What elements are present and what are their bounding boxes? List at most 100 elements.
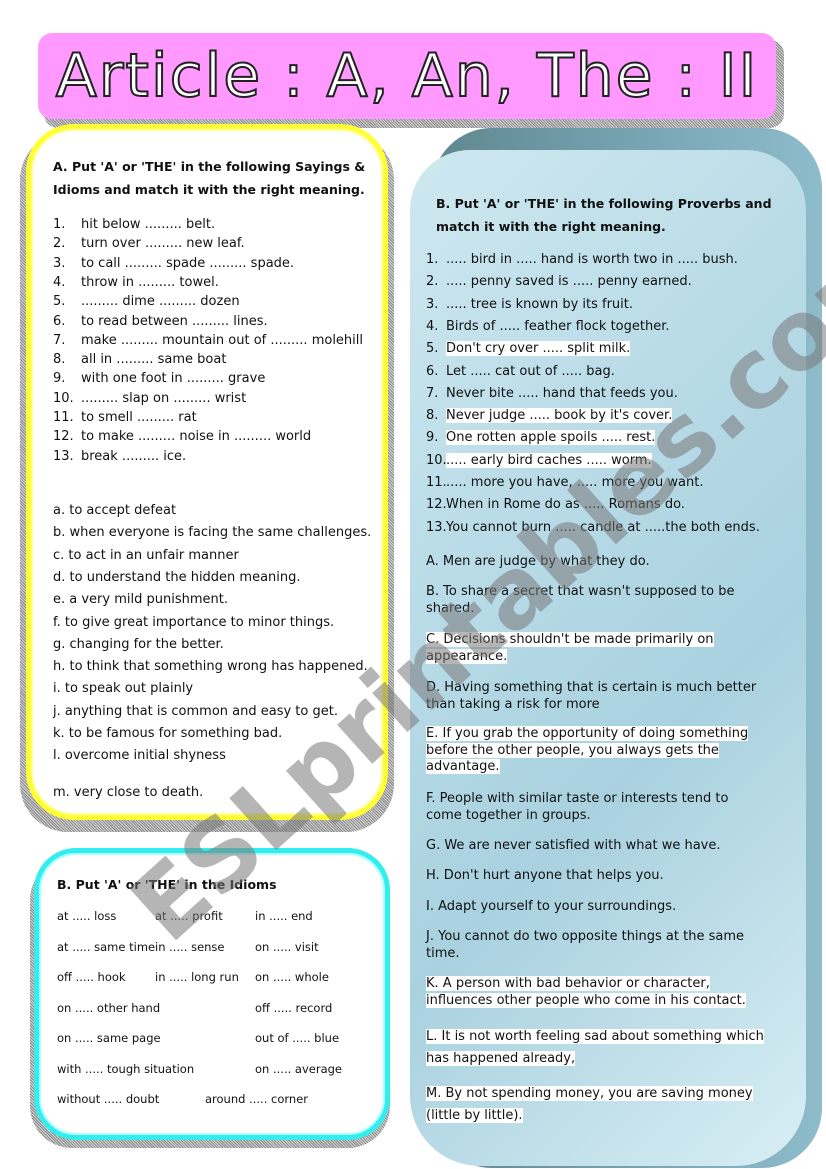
- sayings-heading-line1: A. Put 'A' or 'THE' in the following Say…: [53, 159, 366, 174]
- saying-item: 7. make ......... mountain out of .......…: [53, 333, 363, 348]
- page-title: Article : A, An, The : II: [55, 40, 759, 112]
- saying-meaning: e. a very mild punishment.: [53, 592, 228, 608]
- saying-item: 9. with one foot in ......... grave: [53, 371, 265, 386]
- proverb-number: 12.: [426, 497, 447, 513]
- saying-meaning: g. changing for the better.: [53, 636, 224, 652]
- idiom-item: in ..... sense: [155, 939, 225, 954]
- proverb-meaning-text: E. If you grab the opportunity of doing …: [426, 726, 749, 774]
- saying-number: 11.: [53, 410, 74, 425]
- idiom-item: in ..... end: [255, 909, 313, 923]
- proverb-meaning-text: K. A person with bad behavior or charact…: [426, 976, 746, 1008]
- proverb-text: ..... early bird caches ..... worm.: [446, 452, 652, 468]
- proverb-item: 4. Birds of ..... feather flock together.: [426, 319, 669, 334]
- proverb-meaning: L. It is not worth feeling sad about som…: [426, 1026, 766, 1070]
- proverb-number: 4.: [426, 318, 439, 334]
- title-banner: Article : A, An, The : II: [38, 33, 776, 119]
- saying-number: 6.: [53, 313, 66, 329]
- saying-item: 13. break ......... ice.: [53, 449, 186, 464]
- sayings-heading-line2: Idioms and match it with the right meani…: [53, 182, 365, 197]
- saying-item: 2. turn over ......... new leaf.: [53, 236, 245, 251]
- saying-item: 8. all in ......... same boat: [53, 352, 226, 367]
- proverb-item: 13.You cannot burn ..... candle at .....…: [426, 520, 760, 535]
- proverb-text: When in Rome do as ..... Romans do.: [446, 497, 685, 513]
- saying-number: 8.: [53, 352, 66, 368]
- proverb-meaning: A. Men are judge by what they do.: [426, 554, 650, 569]
- idiom-item: on ..... same page: [57, 1031, 161, 1045]
- proverb-text: Never bite ..... hand that feeds you.: [446, 385, 678, 401]
- proverb-number: 13.: [426, 519, 447, 535]
- proverb-number: 7.: [426, 385, 439, 401]
- proverb-item: 9. One rotten apple spoils ..... rest.: [426, 430, 656, 446]
- proverb-text: ..... more you have, ..... more you want…: [446, 475, 704, 490]
- saying-text: to make ......... noise in ......... wor…: [81, 429, 312, 445]
- proverb-meaning: I. Adapt yourself to your surroundings.: [426, 899, 677, 914]
- idiom-item: at ..... profit: [155, 909, 223, 923]
- idiom-item: with ..... tough situation: [57, 1061, 195, 1076]
- saying-text: to smell ......... rat: [81, 410, 197, 425]
- saying-item: 12. to make ......... noise in ......... …: [53, 429, 311, 444]
- proverbs-heading: B. Put 'A' or 'THE' in the following Pro…: [436, 192, 772, 238]
- saying-text: ......... slap on ......... wrist: [81, 390, 247, 406]
- idiom-item: off ..... hook: [57, 970, 126, 984]
- proverb-item: 3. ..... tree is known by its fruit.: [426, 297, 633, 312]
- idioms-panel: B. Put 'A' or 'THE' in the Idioms at ...…: [34, 848, 390, 1140]
- proverb-item: 2. ..... penny saved is ..... penny earne…: [426, 274, 692, 289]
- idiom-item: off ..... record: [255, 1000, 333, 1015]
- proverb-meaning-text: L. It is not worth feeling sad about som…: [426, 1029, 764, 1066]
- saying-item: 10. ......... slap on ......... wrist: [53, 391, 246, 406]
- proverbs-panel: B. Put 'A' or 'THE' in the following Pro…: [410, 150, 806, 1166]
- saying-number: 5.: [53, 294, 66, 310]
- idiom-item: on ..... whole: [255, 970, 329, 984]
- saying-meaning: c. to act in an unfair manner: [53, 547, 239, 563]
- proverb-text: ..... penny saved is ..... penny earned.: [446, 274, 692, 290]
- saying-text: to read between ......... lines.: [81, 313, 268, 329]
- proverb-text: ..... bird in ..... hand is worth two in…: [446, 252, 738, 267]
- proverb-meaning: B. To share a secret that wasn't suppose…: [426, 584, 735, 616]
- saying-meaning: d. to understand the hidden meaning.: [53, 569, 301, 585]
- proverb-text: ..... tree is known by its fruit.: [446, 296, 634, 312]
- saying-meaning: l. overcome initial shyness: [53, 748, 226, 764]
- proverbs-heading-line1: B. Put 'A' or 'THE' in the following Pro…: [436, 196, 772, 211]
- idiom-item: around ..... corner: [205, 1092, 309, 1106]
- proverb-meaning: D. Having something that is certain is m…: [426, 680, 757, 712]
- proverb-number: 11.: [426, 475, 447, 490]
- idioms-heading: B. Put 'A' or 'THE' in the Idioms: [57, 877, 277, 892]
- proverb-item: 5. Don't cry over ..... split milk.: [426, 341, 631, 357]
- saying-number: 1.: [53, 217, 66, 232]
- proverb-number: 8.: [426, 408, 439, 424]
- idiom-item: out of ..... blue: [255, 1031, 340, 1045]
- saying-meaning: f. to give great importance to minor thi…: [53, 614, 335, 630]
- saying-number: 12.: [53, 429, 74, 445]
- saying-number: 13.: [53, 448, 74, 464]
- proverb-number: 2.: [426, 274, 439, 290]
- saying-item: 11. to smell ......... rat: [53, 410, 197, 425]
- saying-item: 6. to read between ......... lines.: [53, 314, 268, 329]
- saying-text: break ......... ice.: [81, 448, 187, 464]
- proverb-text: Let ..... cat out of ..... bag.: [446, 363, 615, 379]
- proverb-text: You cannot burn ..... candle at .....the…: [446, 519, 760, 535]
- proverb-text: Don't cry over ..... split milk.: [446, 341, 631, 357]
- proverb-number: 1.: [426, 252, 439, 267]
- idiom-item: at ..... loss: [57, 909, 117, 923]
- proverb-number: 6.: [426, 363, 439, 379]
- proverb-meaning: H. Don't hurt anyone that helps you.: [426, 868, 664, 883]
- saying-meaning: b. when everyone is facing the same chal…: [53, 525, 372, 541]
- saying-item: 1. hit below ......... belt.: [53, 217, 215, 232]
- idiom-item: on ..... average: [255, 1061, 342, 1076]
- saying-meaning: k. to be famous for something bad.: [53, 726, 283, 741]
- saying-text: make ......... mountain out of .........…: [81, 332, 364, 348]
- proverb-item: 12.When in Rome do as ..... Romans do.: [426, 497, 685, 512]
- proverb-meaning: F. People with similar taste or interest…: [426, 791, 729, 823]
- saying-text: hit below ......... belt.: [81, 217, 216, 232]
- idiom-item: on ..... visit: [255, 939, 319, 954]
- idiom-item: at ..... same time: [57, 939, 156, 954]
- saying-text: all in ......... same boat: [81, 352, 227, 368]
- proverb-meaning: C. Decisions shouldn't be made primarily…: [426, 632, 766, 665]
- saying-number: 4.: [53, 274, 66, 290]
- proverb-meaning: J. You cannot do two opposite things at …: [426, 929, 744, 961]
- proverb-text: Never judge ..... book by it's cover.: [446, 408, 673, 424]
- saying-item: 5. ......... dime ......... dozen: [53, 294, 240, 309]
- proverb-text: One rotten apple spoils ..... rest.: [446, 430, 656, 446]
- saying-item: 4. throw in ......... towel.: [53, 275, 219, 290]
- saying-number: 10.: [53, 390, 74, 406]
